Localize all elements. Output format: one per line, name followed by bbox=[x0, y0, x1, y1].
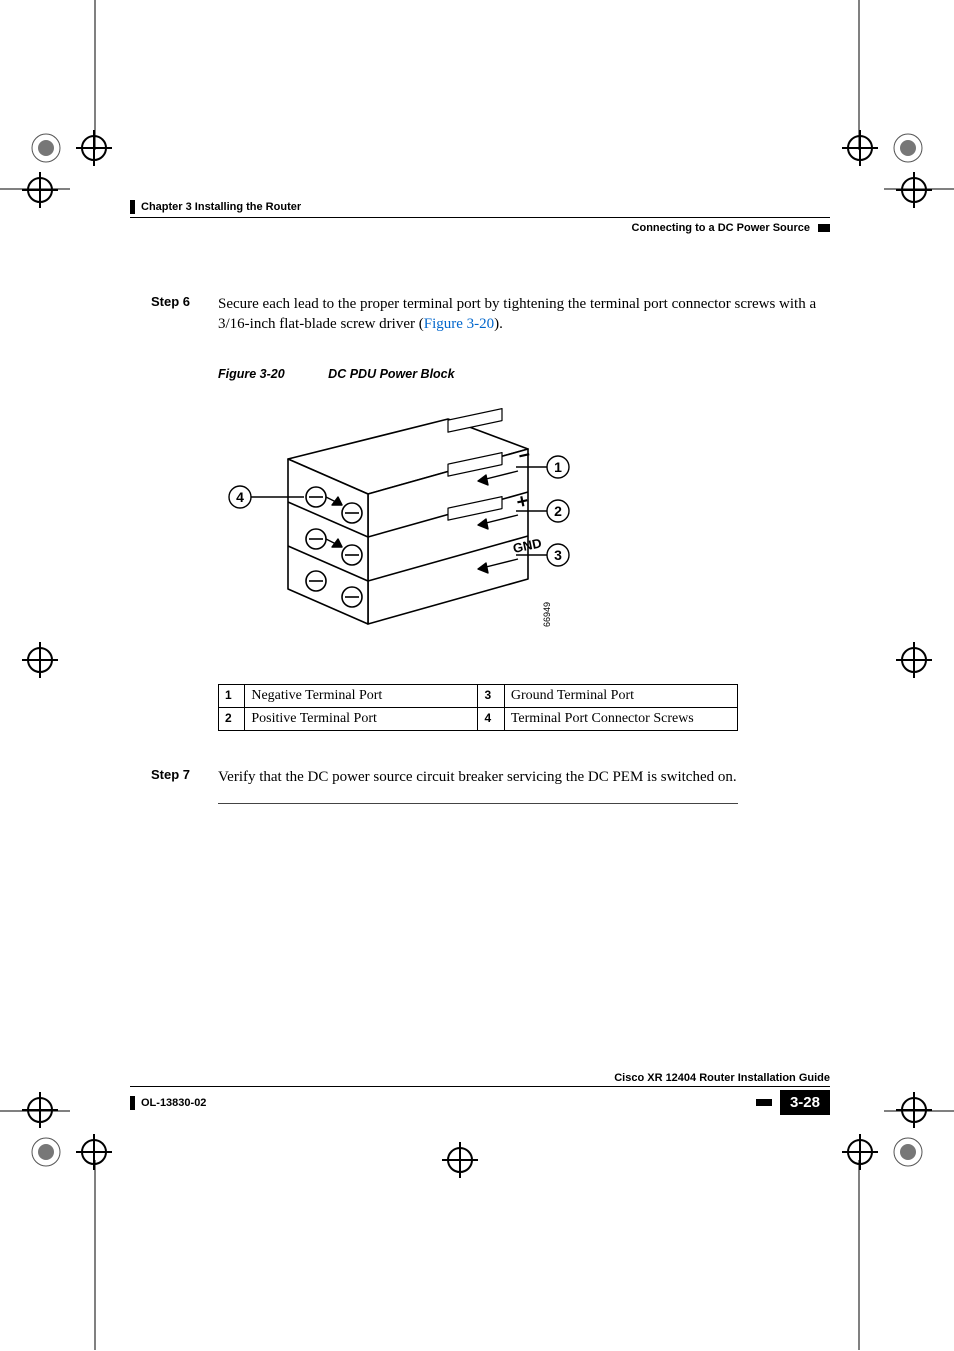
footer-guide-title: Cisco XR 12404 Router Installation Guide bbox=[130, 1072, 830, 1084]
printer-mark-top-right-rosette bbox=[888, 128, 928, 168]
table-row: 2 Positive Terminal Port 4 Terminal Port… bbox=[219, 707, 738, 730]
legend-1-num: 1 bbox=[219, 684, 245, 707]
figure-legend: 1 Negative Terminal Port 3 Ground Termin… bbox=[218, 684, 830, 731]
running-footer: Cisco XR 12404 Router Installation Guide… bbox=[130, 1072, 830, 1115]
legend-2-num: 2 bbox=[219, 707, 245, 730]
chapter-label: Chapter 3 Installing the Router bbox=[141, 201, 301, 213]
printer-mark-crosshair-icon bbox=[894, 170, 934, 210]
legend-3-num: 3 bbox=[478, 684, 504, 707]
step-6-text-after: ). bbox=[494, 316, 503, 332]
footer-rule bbox=[130, 1086, 830, 1087]
footer-right-marker bbox=[756, 1099, 772, 1106]
running-header: Chapter 3 Installing the Router Connecti… bbox=[130, 200, 830, 234]
printer-mark-top-left-vline bbox=[94, 0, 96, 150]
figure-title: DC PDU Power Block bbox=[328, 367, 454, 381]
step-6-text: Secure each lead to the proper terminal … bbox=[218, 294, 830, 335]
printer-mark-crosshair-icon bbox=[440, 1140, 480, 1180]
printer-mark-crosshair-icon bbox=[20, 640, 60, 680]
body: Step 6 Secure each lead to the proper te… bbox=[130, 294, 830, 804]
step-7-label: Step 7 bbox=[130, 767, 190, 787]
callout-1: 1 bbox=[554, 459, 562, 475]
footer-left-marker bbox=[130, 1096, 135, 1110]
printer-mark-bottom-right-rosette bbox=[888, 1132, 928, 1172]
legend-4-desc: Terminal Port Connector Screws bbox=[504, 707, 737, 730]
legend-1-desc: Negative Terminal Port bbox=[245, 684, 478, 707]
header-right-marker bbox=[818, 224, 830, 232]
printer-mark-bottom-right-vline bbox=[858, 1160, 860, 1350]
printer-mark-bottom-left-hline bbox=[0, 1110, 70, 1112]
page-number: 3-28 bbox=[780, 1090, 830, 1115]
printer-mark-bottom-right-hline bbox=[884, 1110, 954, 1112]
procedure-end-rule bbox=[218, 803, 738, 804]
header-rule bbox=[130, 217, 830, 218]
printer-mark-crosshair-icon bbox=[840, 1132, 880, 1172]
table-row: 1 Negative Terminal Port 3 Ground Termin… bbox=[219, 684, 738, 707]
legend-table: 1 Negative Terminal Port 3 Ground Termin… bbox=[218, 684, 738, 731]
printer-mark-bottom-left-rosette bbox=[26, 1132, 66, 1172]
step-6: Step 6 Secure each lead to the proper te… bbox=[130, 294, 830, 335]
legend-2-desc: Positive Terminal Port bbox=[245, 707, 478, 730]
legend-4-num: 4 bbox=[478, 707, 504, 730]
figure-number: Figure 3-20 bbox=[218, 367, 285, 381]
step-7-text: Verify that the DC power source circuit … bbox=[218, 767, 830, 787]
step-7: Step 7 Verify that the DC power source c… bbox=[130, 767, 830, 787]
printer-mark-top-right-vline bbox=[858, 0, 860, 150]
section-title: Connecting to a DC Power Source bbox=[632, 222, 810, 234]
printer-mark-crosshair-icon bbox=[840, 128, 880, 168]
callout-4: 4 bbox=[236, 489, 244, 505]
step-6-label: Step 6 bbox=[130, 294, 190, 335]
header-left-marker bbox=[130, 200, 135, 214]
printer-mark-crosshair-icon bbox=[894, 640, 934, 680]
callout-3: 3 bbox=[554, 547, 562, 563]
footer-doc-id: OL-13830-02 bbox=[141, 1097, 206, 1109]
callout-2: 2 bbox=[554, 503, 562, 519]
legend-3-desc: Ground Terminal Port bbox=[504, 684, 737, 707]
printer-mark-bottom-left-vline bbox=[94, 1160, 96, 1350]
figure-caption: Figure 3-20 DC PDU Power Block bbox=[218, 367, 830, 381]
figure-reference-link[interactable]: Figure 3-20 bbox=[424, 316, 494, 332]
page-content: Chapter 3 Installing the Router Connecti… bbox=[130, 200, 830, 804]
step-6-text-before: Secure each lead to the proper terminal … bbox=[218, 296, 816, 332]
printer-mark-crosshair-icon bbox=[20, 170, 60, 210]
printer-mark-top-left-rosette bbox=[26, 128, 66, 168]
figure-drawing: 1 2 3 4 − + GND 66949 bbox=[218, 389, 830, 654]
figure-art-id: 66949 bbox=[542, 601, 552, 626]
